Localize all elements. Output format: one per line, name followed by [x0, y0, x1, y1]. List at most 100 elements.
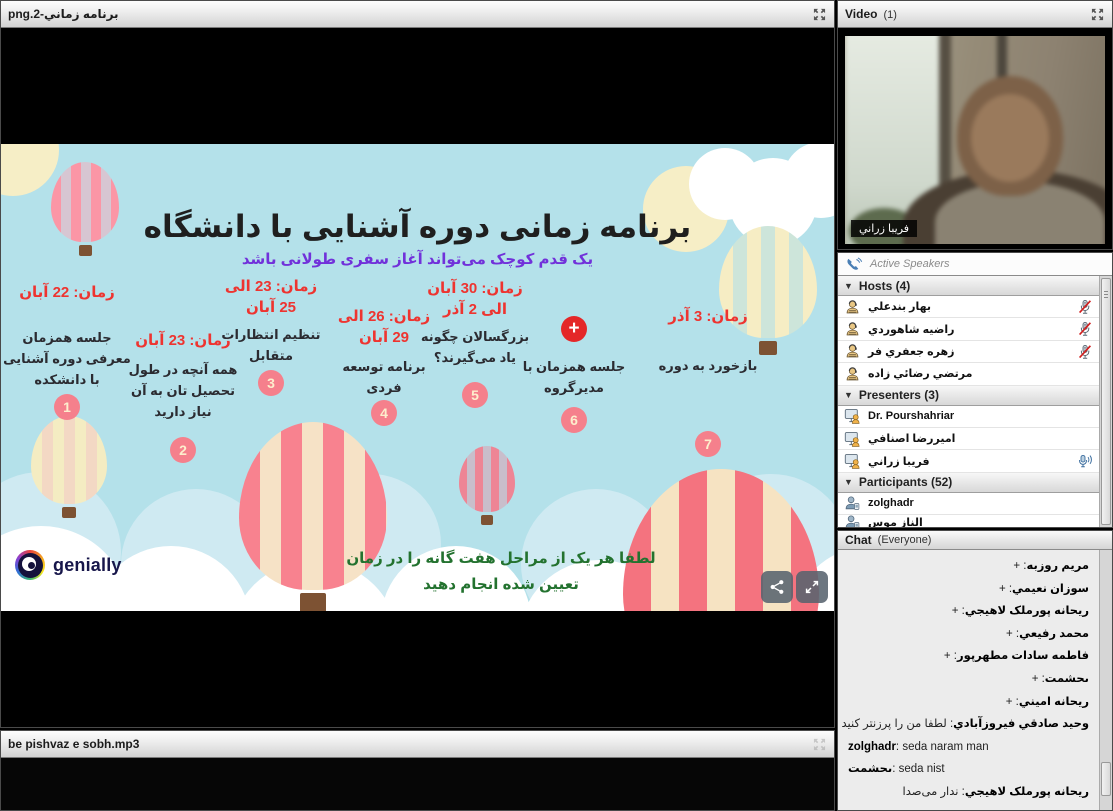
attendee-name: Dr. Pourshahriar — [868, 410, 954, 422]
attendee-name: فريبا زراني — [868, 455, 930, 468]
slide-overlay-buttons — [761, 571, 828, 603]
attendee-row[interactable]: مرتضي رضائي زاده — [838, 363, 1099, 385]
host-icon — [844, 321, 861, 337]
fullscreen-icon[interactable] — [1089, 6, 1105, 22]
presenter-icon — [844, 453, 861, 469]
chevron-down-icon: ▼ — [844, 477, 853, 487]
attendee-row[interactable]: Dr. Pourshahriar — [838, 406, 1099, 428]
chat-text: + — [999, 583, 1006, 595]
chat-message: ىحشمت: seda nist — [838, 758, 1099, 781]
fullscreen-icon[interactable] — [811, 6, 827, 22]
chat-message: فاطمه سادات مطهرپور: + — [838, 645, 1099, 668]
audio-pod-title: be pishvaz e sobh.mp3 — [8, 737, 139, 751]
attendee-row[interactable]: الناز موس — [838, 515, 1099, 527]
attendee-name: مرتضي رضائي زاده — [868, 367, 972, 380]
video-pod-title: Video(1) — [845, 7, 897, 21]
attendee-group-header[interactable]: ▼ Participants (52) — [838, 473, 1099, 493]
chat-sender: ريحانه پورملک لاهيجي — [965, 786, 1089, 798]
timeline-step: زمان: 3 آذر بازخورد به دوره 7 — [649, 306, 767, 457]
attendee-name: zolghadr — [868, 497, 914, 509]
chat-text: + — [1006, 628, 1013, 640]
share-button[interactable] — [761, 571, 793, 603]
genially-logo-icon — [15, 550, 45, 580]
attendee-group-header[interactable]: ▼ Hosts (4) — [838, 276, 1099, 296]
step-number: 2 — [170, 437, 196, 463]
host-icon — [844, 299, 861, 315]
attendees-scrollbar[interactable] — [1099, 276, 1112, 527]
participant-icon — [844, 515, 861, 527]
mic-muted-icon — [1077, 321, 1093, 337]
slide-subtitle: یک قدم کوچک می‌تواند آغاز سفری طولانی با… — [1, 250, 834, 268]
chat-sender: فاطمه سادات مطهرپور — [957, 650, 1089, 662]
host-icon — [844, 343, 861, 359]
active-speakers-bar: Active Speakers — [838, 253, 1112, 276]
chat-text: لطفا من را پرزنتر كنيد — [842, 718, 947, 730]
group-label: Hosts (4) — [859, 279, 910, 293]
attendee-row[interactable]: بهار بندعلي — [838, 296, 1099, 318]
attendee-name: راضيه شاهوردي — [868, 323, 954, 336]
share-pod-titlebar[interactable]: برنامه زماني-2.png — [1, 1, 834, 28]
chat-message: ىحشمت: + — [838, 668, 1099, 691]
step-text: بازخورد به دوره — [649, 355, 767, 376]
audio-pod-titlebar[interactable]: be pishvaz e sobh.mp3 — [1, 731, 834, 758]
host-icon — [844, 366, 861, 382]
hot-air-balloon — [31, 416, 107, 518]
chat-pod-titlebar[interactable]: Chat (Everyone) — [838, 531, 1112, 550]
chat-text: + — [944, 650, 951, 662]
chat-text: ندار می‌صدا — [903, 786, 959, 798]
chat-sender: zolghadr — [848, 741, 896, 753]
step-number: 4 — [371, 400, 397, 426]
step-number: 1 — [54, 394, 80, 420]
chat-message-list: مريم روزبه: +سوزان نعيمي: +ريحانه پورملک… — [838, 550, 1099, 810]
chat-message: zolghadr: seda naram man — [838, 736, 1099, 759]
presenter-icon — [844, 431, 861, 447]
step-number: 3 — [258, 370, 284, 396]
left-column: برنامه زماني-2.png — [0, 0, 835, 811]
presenter-icon — [844, 408, 861, 424]
chat-sender: محمد رفيعي — [1019, 628, 1089, 640]
step-text: تنظیم انتظارات متقابل — [219, 324, 323, 366]
chat-message: سوزان نعيمي: + — [838, 578, 1099, 601]
step-time: زمان: 30 آبان الی 2 آذر — [416, 278, 534, 320]
timeline-step: زمان: 23 الی 25 آبان تنظیم انتظارات متقا… — [219, 276, 323, 396]
chat-sender: سوزان نعيمي — [1012, 583, 1089, 595]
chat-sender: مريم روزبه — [1027, 560, 1090, 572]
attendee-row[interactable]: فريبا زراني — [838, 450, 1099, 472]
participant-icon — [844, 495, 861, 511]
step-number: 5 — [462, 382, 488, 408]
attendee-list: ▼ Hosts (4) بهار بندعلي راضيه شاهوردي زه… — [838, 276, 1099, 527]
video-pod-content: فريبا زراني — [838, 28, 1112, 249]
video-count: (1) — [883, 9, 896, 21]
chevron-down-icon: ▼ — [844, 390, 853, 400]
chat-message: وحيد صادقي فيروزآبادي: لطفا من را پرزنتر… — [838, 713, 1099, 736]
attendee-row[interactable]: اميررضا اصنافي — [838, 428, 1099, 450]
chat-pod-title: Chat — [845, 533, 872, 547]
audio-pod-content — [1, 758, 834, 810]
attendee-row[interactable]: zolghadr — [838, 493, 1099, 515]
step-time: زمان: 22 آبان — [3, 282, 131, 303]
chat-scope: (Everyone) — [878, 534, 932, 546]
slide-title: برنامه زمانی دوره آشنایی با دانشگاه — [1, 209, 834, 245]
attendee-row[interactable]: راضيه شاهوردي — [838, 318, 1099, 340]
chat-text: seda naram man — [902, 741, 988, 753]
mic-muted-icon — [1077, 299, 1093, 315]
group-label: Participants (52) — [859, 475, 952, 489]
expand-button[interactable] — [796, 571, 828, 603]
presentation-slide: برنامه زمانی دوره آشنایی با دانشگاه یک ق… — [1, 144, 834, 611]
chat-message: محمد رفيعي: + — [838, 623, 1099, 646]
fullscreen-icon[interactable] — [811, 736, 827, 752]
attendee-group-header[interactable]: ▼ Presenters (3) — [838, 386, 1099, 406]
chat-pod: Chat (Everyone) مريم روزبه: +سوزان نعيمي… — [837, 530, 1113, 811]
mic-active-icon — [1077, 453, 1093, 469]
attendee-row[interactable]: زهره جعفري فر — [838, 341, 1099, 363]
chat-scrollbar[interactable] — [1099, 550, 1112, 810]
chat-text: seda nist — [899, 763, 945, 775]
attendee-name: زهره جعفري فر — [868, 345, 954, 358]
chat-sender: ىحشمت — [848, 763, 892, 775]
right-column: Video(1) — [837, 0, 1113, 811]
video-pod-titlebar[interactable]: Video(1) — [838, 1, 1112, 28]
chat-sender: ريحانه پورملک لاهيجي — [965, 605, 1089, 617]
adobe-connect-window: برنامه زماني-2.png — [0, 0, 1113, 811]
attendee-name: الناز موس — [868, 516, 923, 527]
group-label: Presenters (3) — [859, 388, 939, 402]
